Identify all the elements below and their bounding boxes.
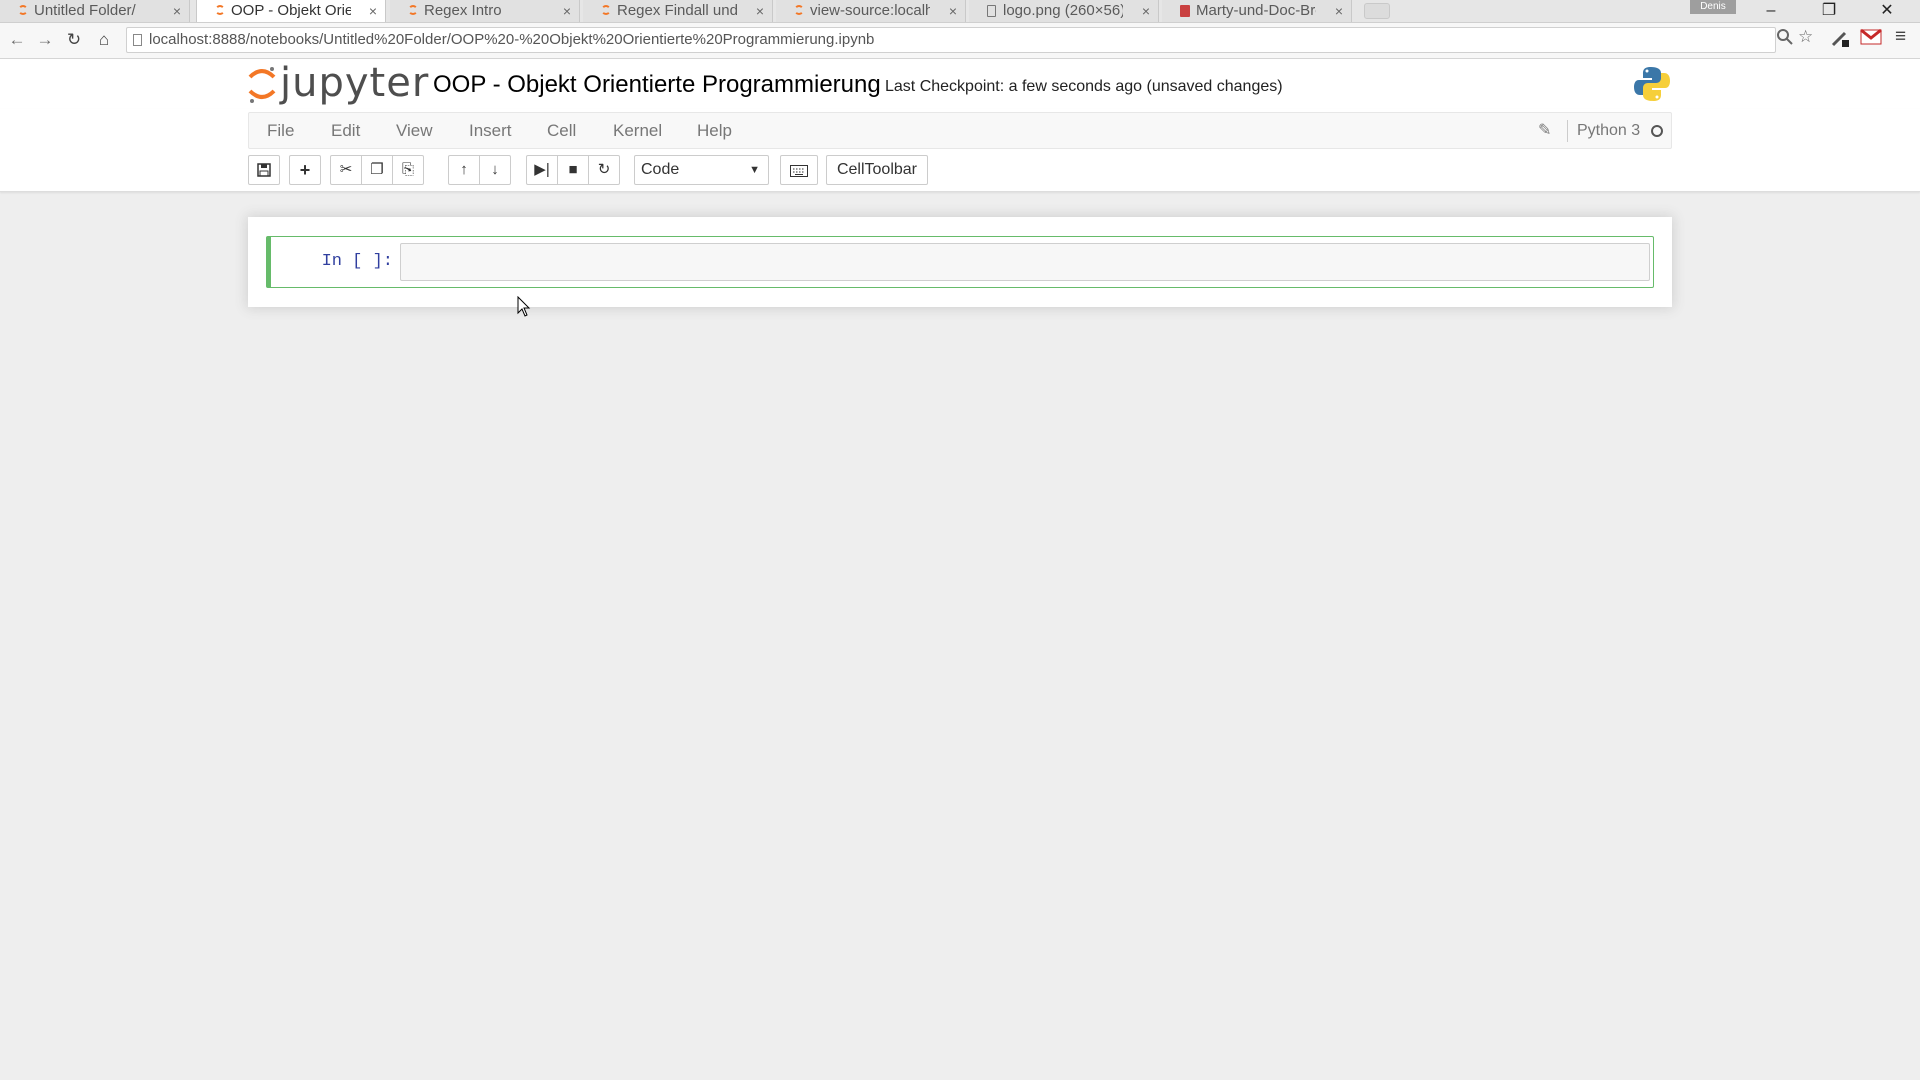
cell-type-select[interactable]: Code ▼	[634, 155, 769, 185]
home-icon[interactable]: ⌂	[93, 29, 115, 51]
tab-title: Marty-und-Doc-Bro	[1196, 2, 1316, 19]
jupyter-logo-text[interactable]: jupyter	[280, 59, 429, 107]
page-icon	[133, 34, 142, 46]
move-down-button[interactable]: ↓	[479, 155, 511, 185]
tab-untitled-folder[interactable]: Untitled Folder/ ×	[0, 0, 190, 22]
browser-tab-strip: Untitled Folder/ × OOP - Objekt Orient ×…	[0, 0, 1920, 23]
tab-regex-intro[interactable]: Regex Intro ×	[390, 0, 580, 22]
keyboard-icon	[790, 165, 808, 177]
menu-file[interactable]: File	[267, 113, 294, 148]
input-prompt: In [ ]:	[321, 252, 393, 271]
jupyter-icon	[794, 5, 804, 15]
close-window-button[interactable]: ✕	[1858, 0, 1916, 22]
tab-title: Regex Intro	[424, 2, 502, 19]
close-icon[interactable]: ×	[369, 0, 377, 22]
menu-kernel[interactable]: Kernel	[613, 113, 662, 148]
zoom-icon[interactable]	[1776, 28, 1794, 51]
close-icon[interactable]: ×	[949, 0, 957, 22]
paste-icon: ⎘	[401, 161, 414, 178]
code-input-area[interactable]	[400, 243, 1650, 281]
bookmark-star-icon[interactable]: ☆	[1798, 27, 1813, 47]
notebook-title[interactable]: OOP - Objekt Orientierte Programmierung	[433, 71, 881, 99]
new-tab-button[interactable]	[1364, 3, 1390, 19]
notebook-container: In [ ]:	[248, 217, 1672, 307]
mouse-cursor-icon	[517, 296, 531, 317]
menu-cell[interactable]: Cell	[547, 113, 576, 148]
tab-title: view-source:localhos	[810, 2, 930, 19]
celltoolbar-button[interactable]: CellToolbar	[826, 155, 928, 185]
magazine-icon	[1180, 5, 1190, 17]
caret-down-icon: ▼	[749, 164, 760, 176]
minimize-button[interactable]: –	[1742, 0, 1800, 22]
forward-arrow-icon[interactable]: →	[34, 29, 56, 51]
run-cell-button[interactable]: ▶|	[526, 155, 558, 185]
restart-kernel-button[interactable]: ↻	[588, 155, 620, 185]
close-icon[interactable]: ×	[563, 0, 571, 22]
move-up-button[interactable]: ↑	[448, 155, 480, 185]
menu-icon[interactable]: ≡	[1895, 26, 1906, 48]
close-icon[interactable]: ×	[173, 0, 181, 22]
document-icon	[987, 5, 996, 17]
address-bar-row: ← → ↻ ⌂ localhost:8888/notebooks/Untitle…	[0, 23, 1920, 59]
extension-pen-icon[interactable]	[1830, 28, 1850, 53]
interrupt-kernel-button[interactable]: ■	[557, 155, 589, 185]
copy-button[interactable]: ❐	[361, 155, 393, 185]
gmail-icon[interactable]	[1860, 28, 1882, 51]
menu-help[interactable]: Help	[697, 113, 732, 148]
copy-icon: ❐	[370, 161, 384, 178]
arrow-up-icon: ↑	[460, 161, 468, 178]
tab-logo-png[interactable]: logo.png (260×56) ×	[969, 0, 1159, 22]
tab-title: logo.png (260×56)	[1003, 2, 1123, 19]
back-arrow-icon[interactable]: ←	[6, 29, 28, 51]
cell-type-value: Code	[641, 161, 680, 178]
insert-cell-button[interactable]: +	[289, 155, 321, 185]
jupyter-icon	[601, 5, 611, 15]
menu-view[interactable]: View	[396, 113, 433, 148]
tab-oop-notebook[interactable]: OOP - Objekt Orient ×	[196, 0, 386, 22]
python-logo-icon	[1634, 67, 1670, 101]
tab-marty-doc[interactable]: Marty-und-Doc-Bro ×	[1162, 0, 1352, 22]
edit-mode-pencil-icon: ✎	[1538, 122, 1552, 139]
code-cell[interactable]: In [ ]:	[266, 236, 1654, 288]
menu-insert[interactable]: Insert	[469, 113, 512, 148]
refresh-icon: ↻	[597, 161, 611, 178]
close-icon[interactable]: ×	[1142, 0, 1150, 22]
step-forward-icon: ▶|	[534, 161, 550, 178]
restore-button[interactable]: ❐	[1800, 0, 1858, 22]
cut-button[interactable]: ✂	[330, 155, 362, 185]
tab-view-source[interactable]: view-source:localhos ×	[776, 0, 966, 22]
url-text: localhost:8888/notebooks/Untitled%20Fold…	[149, 31, 875, 48]
stop-icon: ■	[568, 161, 578, 178]
user-badge[interactable]: Denis	[1690, 0, 1736, 14]
plus-icon: +	[299, 160, 311, 180]
save-button[interactable]	[248, 155, 280, 185]
reload-icon[interactable]: ↻	[63, 29, 85, 51]
close-icon[interactable]: ×	[756, 0, 764, 22]
tab-title: Regex Findall und Sp	[617, 2, 737, 19]
paste-button[interactable]: ⎘	[392, 155, 424, 185]
save-icon	[257, 163, 271, 177]
checkpoint-status: Last Checkpoint: a few seconds ago (unsa…	[885, 78, 1283, 95]
scissors-icon: ✂	[339, 161, 353, 178]
close-icon[interactable]: ×	[1335, 0, 1343, 22]
menu-edit[interactable]: Edit	[331, 113, 360, 148]
command-palette-button[interactable]	[780, 155, 818, 185]
kernel-name[interactable]: Python 3	[1577, 113, 1640, 148]
jupyter-icon	[215, 5, 225, 15]
kernel-idle-indicator-icon	[1651, 125, 1663, 137]
tab-title: OOP - Objekt Orient	[231, 2, 351, 19]
tab-title: Untitled Folder/	[34, 2, 136, 19]
menubar: File Edit View Insert Cell Kernel Help ✎…	[248, 112, 1672, 149]
arrow-down-icon: ↓	[491, 161, 499, 178]
url-input[interactable]: localhost:8888/notebooks/Untitled%20Fold…	[126, 27, 1776, 53]
menubar-container: File Edit View Insert Cell Kernel Help ✎…	[0, 109, 1920, 192]
jupyter-logo-icon[interactable]	[246, 61, 278, 107]
tab-regex-findall[interactable]: Regex Findall und Sp ×	[583, 0, 773, 22]
divider	[1567, 120, 1568, 142]
jupyter-header: jupyter OOP - Objekt Orientierte Program…	[0, 59, 1920, 109]
jupyter-icon	[18, 5, 28, 15]
jupyter-icon	[408, 5, 418, 15]
